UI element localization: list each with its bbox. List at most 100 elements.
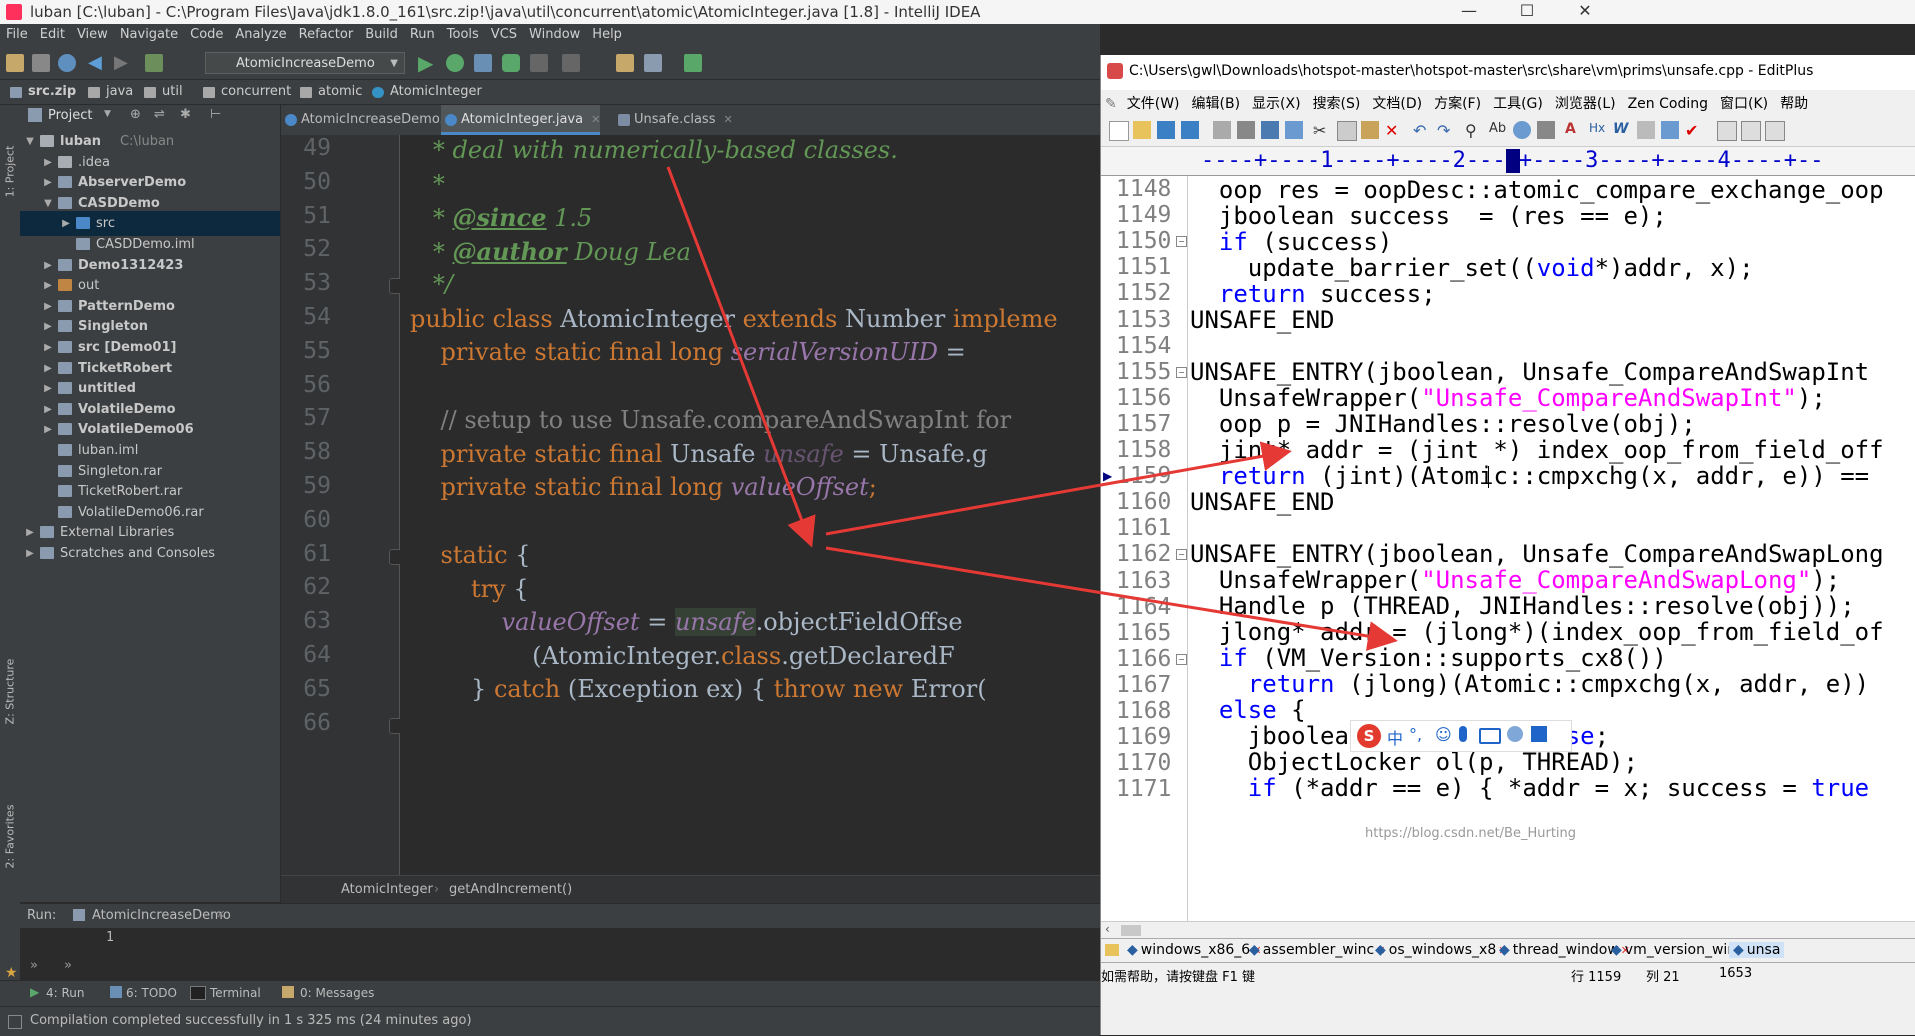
structure-tool-tab[interactable]: Z: Structure xyxy=(4,652,17,732)
run-config-select[interactable]: AtomicIncreaseDemo ▼ xyxy=(205,52,405,74)
cut-icon[interactable]: ✂ xyxy=(1313,121,1331,140)
menu-item[interactable]: Analyze xyxy=(229,24,292,42)
maximize-icon[interactable]: ☐ xyxy=(1498,0,1556,24)
back-icon[interactable]: ◀ xyxy=(88,54,106,72)
project-panel-title[interactable]: Project xyxy=(48,108,92,123)
breadcrumb-class[interactable]: AtomicInteger xyxy=(341,882,433,897)
menu-item[interactable]: 编辑(B) xyxy=(1186,90,1247,113)
find-in-files-icon[interactable] xyxy=(1513,121,1531,139)
font-icon[interactable]: A xyxy=(1565,121,1583,139)
editor-tab[interactable]: Unsafe.class ✕ xyxy=(614,105,733,135)
file-tab[interactable]: ◆ windows_x86_6 ✕ xyxy=(1127,942,1261,958)
file-tab[interactable]: ◆vm_version_win✕ xyxy=(1611,942,1747,958)
bottom-tab-messages[interactable]: 0: Messages xyxy=(300,986,374,1000)
paste-icon[interactable] xyxy=(1361,121,1379,139)
close-icon[interactable]: ✕ xyxy=(216,908,225,921)
microphone-icon[interactable] xyxy=(1459,726,1467,742)
bottom-tab-terminal[interactable]: Terminal xyxy=(210,986,261,1000)
favorites-tool-tab[interactable]: 2: Favorites xyxy=(4,797,17,877)
print-preview-icon[interactable] xyxy=(1213,121,1231,139)
close-icon[interactable]: ✕ xyxy=(723,113,732,126)
fold-marker-icon[interactable]: − xyxy=(1176,653,1187,665)
menu-item[interactable]: 帮助 xyxy=(1774,90,1814,113)
breadcrumb-item[interactable]: concurrent xyxy=(221,84,291,99)
project-tool-tab[interactable]: 1: Project xyxy=(4,132,17,212)
run-tab-label[interactable]: AtomicIncreaseDemo xyxy=(92,908,231,923)
folder-icon[interactable] xyxy=(1105,944,1119,956)
menu-item[interactable]: Refactor xyxy=(293,24,360,42)
run-console[interactable]: 1 » » xyxy=(20,928,1100,980)
minimize-icon[interactable]: — xyxy=(1440,0,1498,24)
menu-item[interactable]: Build xyxy=(359,24,404,42)
keyboard-icon[interactable] xyxy=(1479,728,1501,744)
menu-item[interactable]: Run xyxy=(404,24,441,42)
stop-icon[interactable] xyxy=(530,54,548,72)
find-icon[interactable]: ⚲ xyxy=(1465,121,1483,140)
ime-language-label[interactable]: 中 xyxy=(1387,725,1403,749)
bottom-tab-run[interactable]: 4: Run xyxy=(46,986,85,1000)
save-icon[interactable] xyxy=(1157,121,1175,139)
breadcrumb-item[interactable]: atomic xyxy=(318,84,362,99)
menu-item[interactable]: File xyxy=(0,24,34,42)
sogou-logo-icon[interactable]: S xyxy=(1357,724,1381,748)
run-icon[interactable]: ▶ xyxy=(418,53,436,73)
menu-item[interactable]: Navigate xyxy=(114,24,184,42)
file-tab[interactable]: ◆ os_windows_x8 ✕ xyxy=(1375,942,1507,958)
file-tab[interactable]: ◆ unsa xyxy=(1729,942,1785,958)
breadcrumb-item[interactable]: src.zip xyxy=(28,84,76,99)
menu-item[interactable]: Window xyxy=(523,24,586,42)
expand-icon[interactable]: » xyxy=(64,958,72,973)
collapse-icon[interactable]: ⇌ xyxy=(154,107,165,122)
breadcrumb-item[interactable]: util xyxy=(162,84,183,99)
editor-code-area[interactable]: * deal with numerically-based classes. *… xyxy=(400,135,1100,875)
close-icon[interactable]: ✕ xyxy=(591,113,600,126)
bottom-tab-todo[interactable]: 6: TODO xyxy=(126,986,177,1000)
panel-icon[interactable] xyxy=(1717,121,1737,141)
forward-icon[interactable]: ▶ xyxy=(114,54,132,72)
redo-icon[interactable]: ↷ xyxy=(1437,121,1455,140)
project-structure-icon[interactable] xyxy=(644,54,662,72)
spell-check-icon[interactable] xyxy=(1261,121,1279,139)
menu-item[interactable]: Help xyxy=(586,24,628,42)
hex-icon[interactable]: Hx xyxy=(1589,121,1607,139)
menu-item[interactable]: Edit xyxy=(34,24,71,42)
file-tab[interactable]: ◆ assembler_winc ✕ xyxy=(1249,942,1385,958)
chevron-right-icon[interactable]: ▶ xyxy=(24,541,36,566)
gear-icon[interactable]: ✱ xyxy=(180,107,191,122)
ep-code-area[interactable]: oop res = oopDesc::atomic_compare_exchan… xyxy=(1188,176,1915,921)
word-wrap-icon[interactable]: W xyxy=(1613,121,1631,139)
check-icon[interactable]: ✔ xyxy=(1685,121,1703,140)
goto-icon[interactable] xyxy=(1537,121,1555,139)
menu-item[interactable]: View xyxy=(71,24,114,42)
vcs-icon[interactable] xyxy=(562,54,580,72)
menu-item[interactable]: 文档(D) xyxy=(1366,90,1428,113)
menu-item[interactable]: 搜索(S) xyxy=(1307,90,1367,113)
open-folder-icon[interactable] xyxy=(1133,121,1151,139)
open-folder-icon[interactable] xyxy=(6,54,24,72)
browser-icon[interactable] xyxy=(1285,121,1303,139)
settings-icon[interactable] xyxy=(616,54,634,72)
menu-item[interactable]: 文件(W) xyxy=(1121,90,1186,113)
ep-horizontal-scrollbar[interactable]: ‹ xyxy=(1101,921,1915,939)
menu-item[interactable]: 窗口(K) xyxy=(1714,90,1774,113)
replace-icon[interactable]: Ab xyxy=(1489,121,1507,139)
crosshair-icon[interactable]: ⊕ xyxy=(130,107,141,122)
skin-icon[interactable] xyxy=(1507,726,1523,742)
delete-icon[interactable]: ✕ xyxy=(1385,121,1403,140)
breadcrumb-item[interactable]: java xyxy=(106,84,133,99)
column-icon[interactable] xyxy=(1661,121,1679,139)
menu-item[interactable]: Code xyxy=(184,24,229,42)
menu-item[interactable]: 显示(X) xyxy=(1246,90,1307,113)
sdk-icon[interactable] xyxy=(684,54,702,72)
debug-icon[interactable] xyxy=(446,54,464,72)
hide-panel-icon[interactable]: ⊢ xyxy=(210,107,221,122)
coverage-icon[interactable] xyxy=(474,54,492,72)
expand-icon[interactable]: » xyxy=(30,958,38,973)
fold-marker-icon[interactable]: − xyxy=(1176,366,1187,378)
print-icon[interactable] xyxy=(1237,121,1255,139)
new-file-icon[interactable] xyxy=(1109,121,1129,141)
copy-icon[interactable] xyxy=(1337,121,1357,141)
breadcrumb-item[interactable]: AtomicInteger xyxy=(390,84,482,99)
scroll-left-icon[interactable]: ‹ xyxy=(1105,922,1110,936)
menu-item[interactable]: Zen Coding xyxy=(1622,93,1714,112)
